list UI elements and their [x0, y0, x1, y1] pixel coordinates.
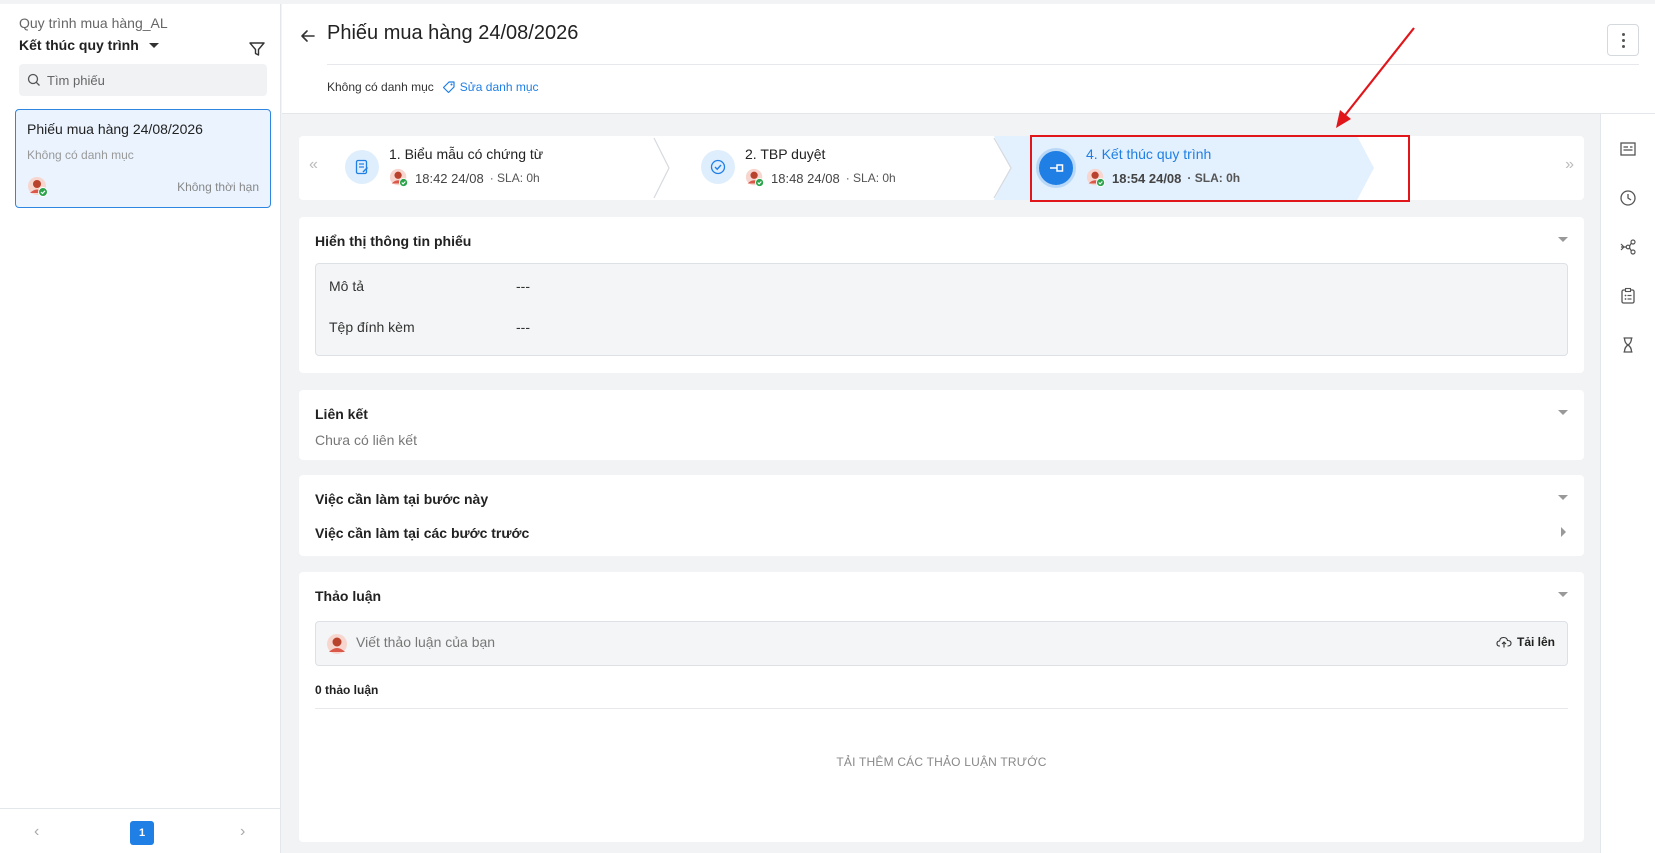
ticket-category: Không có danh mục	[27, 148, 134, 162]
page-title: Phiếu mua hàng 24/08/2026	[327, 22, 579, 44]
edit-category-link[interactable]: Sửa danh mục	[442, 80, 539, 94]
status-filter-dropdown[interactable]: Kết thúc quy trình	[19, 37, 159, 53]
search-icon	[27, 73, 40, 86]
step-2-title: 2. TBP duyệt	[745, 146, 826, 162]
hourglass-icon[interactable]	[1619, 336, 1637, 354]
step-2-meta: 18:48 24/08 · SLA: 0h	[745, 168, 896, 188]
ticket-list-sidebar: Quy trình mua hàng_AL Kết thúc quy trình…	[0, 4, 281, 853]
step-1-time: 18:42 24/08	[415, 170, 484, 186]
field-label-attachment: Tệp đính kèm	[329, 319, 415, 335]
more-options-button[interactable]	[1607, 24, 1639, 56]
field-value-description: ---	[516, 278, 530, 294]
pagination-prev-button[interactable]: ‹	[34, 823, 39, 841]
step-2-time: 18:48 24/08	[771, 170, 840, 186]
caret-down-icon	[148, 42, 159, 48]
stepper-next-button[interactable]: »	[1565, 156, 1574, 174]
todo-section: Việc cần làm tại bước này Việc cần làm t…	[299, 475, 1584, 556]
comment-input[interactable]	[356, 634, 1356, 650]
collapse-caret-icon[interactable]	[1558, 237, 1568, 242]
tag-icon	[442, 81, 455, 94]
step-1-sla: · SLA: 0h	[489, 171, 540, 185]
more-vertical-icon	[1621, 32, 1625, 36]
expand-caret-icon[interactable]	[1561, 527, 1566, 537]
ticket-deadline: Không thời hạn	[177, 180, 259, 194]
task-list-icon[interactable]	[1619, 287, 1637, 305]
comment-divider	[315, 708, 1568, 709]
links-empty-text: Chưa có liên kết	[315, 432, 417, 448]
ticket-header: Phiếu mua hàng 24/08/2026 Không có danh …	[282, 4, 1655, 114]
avatar	[745, 168, 765, 188]
ticket-card[interactable]: Phiếu mua hàng 24/08/2026 Không có danh …	[15, 109, 271, 208]
step-1-title: 1. Biểu mẫu có chứng từ	[389, 146, 544, 162]
collapse-caret-icon[interactable]	[1558, 592, 1568, 597]
ticket-info-fields: Mô tả --- Tệp đính kèm ---	[315, 263, 1568, 356]
pagination-next-button[interactable]: ›	[240, 823, 245, 841]
discussion-section: Thảo luận Tải lên 0 thảo luận TẢI THÊM C…	[299, 572, 1584, 842]
upload-button[interactable]: Tải lên	[1496, 635, 1555, 649]
header-divider	[327, 64, 1639, 65]
status-filter-label: Kết thúc quy trình	[19, 37, 139, 53]
back-arrow-icon[interactable]	[298, 26, 318, 46]
avatar	[389, 168, 409, 188]
filter-icon[interactable]	[248, 40, 266, 58]
avatar	[327, 634, 347, 654]
load-more-discussions-button[interactable]: TẢI THÊM CÁC THẢO LUẬN TRƯỚC	[299, 755, 1584, 769]
step-1-meta: 18:42 24/08 · SLA: 0h	[389, 168, 540, 188]
ticket-search[interactable]	[19, 64, 267, 96]
comment-composer[interactable]: Tải lên	[315, 621, 1568, 666]
pagination: ‹ 1 ›	[0, 808, 281, 853]
check-circle-icon	[701, 150, 735, 184]
todo-current-title[interactable]: Việc cần làm tại bước này	[315, 491, 488, 507]
links-section: Liên kết Chưa có liên kết	[299, 390, 1584, 460]
search-input[interactable]	[47, 72, 247, 88]
pagination-current-page[interactable]: 1	[130, 821, 154, 845]
step-2-sla: · SLA: 0h	[845, 171, 896, 185]
ticket-info-title: Hiển thị thông tin phiếu	[315, 233, 472, 249]
active-step-highlight	[1030, 135, 1410, 202]
avatar	[28, 177, 48, 197]
field-label-description: Mô tả	[329, 278, 365, 294]
form-icon	[345, 150, 379, 184]
upload-label: Tải lên	[1516, 635, 1555, 649]
process-name: Quy trình mua hàng_AL	[19, 15, 168, 31]
todo-previous-title[interactable]: Việc cần làm tại các bước trước	[315, 525, 529, 541]
discussion-title: Thảo luận	[315, 588, 382, 604]
category-row: Không có danh mục Sửa danh mục	[327, 80, 539, 94]
cloud-upload-icon	[1496, 636, 1512, 648]
collapse-caret-icon[interactable]	[1558, 495, 1568, 500]
step-1[interactable]: 1. Biểu mẫu có chứng từ 18:42 24/08 · SL…	[299, 136, 659, 200]
ticket-info-section: Hiển thị thông tin phiếu Mô tả --- Tệp đ…	[299, 217, 1584, 373]
collapse-caret-icon[interactable]	[1558, 410, 1568, 415]
right-tool-rail	[1600, 114, 1655, 853]
comment-count: 0 thảo luận	[315, 683, 379, 697]
details-icon[interactable]	[1619, 140, 1637, 158]
clock-icon[interactable]	[1619, 189, 1637, 207]
field-value-attachment: ---	[516, 319, 530, 335]
edit-category-label: Sửa danh mục	[459, 80, 539, 94]
links-title: Liên kết	[315, 406, 368, 422]
step-2[interactable]: 2. TBP duyệt 18:48 24/08 · SLA: 0h	[655, 136, 995, 200]
workflow-icon[interactable]	[1619, 238, 1637, 256]
annotation-arrow	[1336, 27, 1415, 128]
ticket-title: Phiếu mua hàng 24/08/2026	[27, 121, 203, 137]
category-label: Không có danh mục	[327, 80, 434, 94]
